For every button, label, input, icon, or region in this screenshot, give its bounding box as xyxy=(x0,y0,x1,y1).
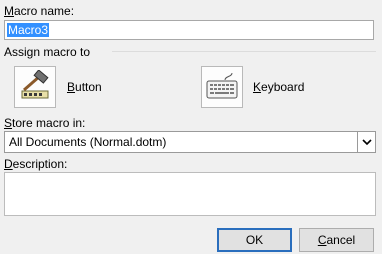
macro-name-label-rest: acro name: xyxy=(14,4,75,18)
store-label-rest: tore macro in: xyxy=(12,116,86,130)
assign-button-label[interactable]: Button xyxy=(67,80,102,94)
cancel-button[interactable]: Cancel xyxy=(299,228,374,252)
macro-name-label-key: M xyxy=(4,4,14,18)
button-label-rest: utton xyxy=(75,80,102,94)
button-label-key: B xyxy=(67,80,76,94)
keyboard-label-key: K xyxy=(253,80,262,94)
macro-name-input[interactable]: Macro3 xyxy=(4,20,374,40)
assign-keyboard-button[interactable] xyxy=(201,66,243,108)
store-label-key: S xyxy=(4,116,13,130)
store-macro-value: All Documents (Normal.dotm) xyxy=(9,135,167,149)
ok-button[interactable]: OK xyxy=(217,228,292,252)
cancel-label-key: C xyxy=(317,233,327,247)
description-label: Description: xyxy=(4,157,67,171)
store-macro-label: Store macro in: xyxy=(4,116,85,130)
macro-name-label: Macro name: xyxy=(4,4,74,18)
assign-keyboard-label[interactable]: Keyboard xyxy=(253,80,304,94)
description-label-key: D xyxy=(4,157,13,171)
keyboard-icon xyxy=(206,72,238,99)
chevron-down-icon[interactable] xyxy=(357,132,375,152)
group-separator xyxy=(112,51,376,52)
description-label-rest: escription: xyxy=(12,157,68,171)
cancel-label-rest: ancel xyxy=(326,233,356,247)
store-macro-select[interactable]: All Documents (Normal.dotm) xyxy=(4,131,376,153)
macro-name-value[interactable]: Macro3 xyxy=(7,23,50,37)
assign-button-button[interactable] xyxy=(14,66,56,108)
description-textarea[interactable] xyxy=(4,172,376,216)
hammer-icon xyxy=(21,70,49,99)
assign-macro-heading: Assign macro to xyxy=(4,45,91,59)
keyboard-label-rest: eyboard xyxy=(261,80,305,94)
